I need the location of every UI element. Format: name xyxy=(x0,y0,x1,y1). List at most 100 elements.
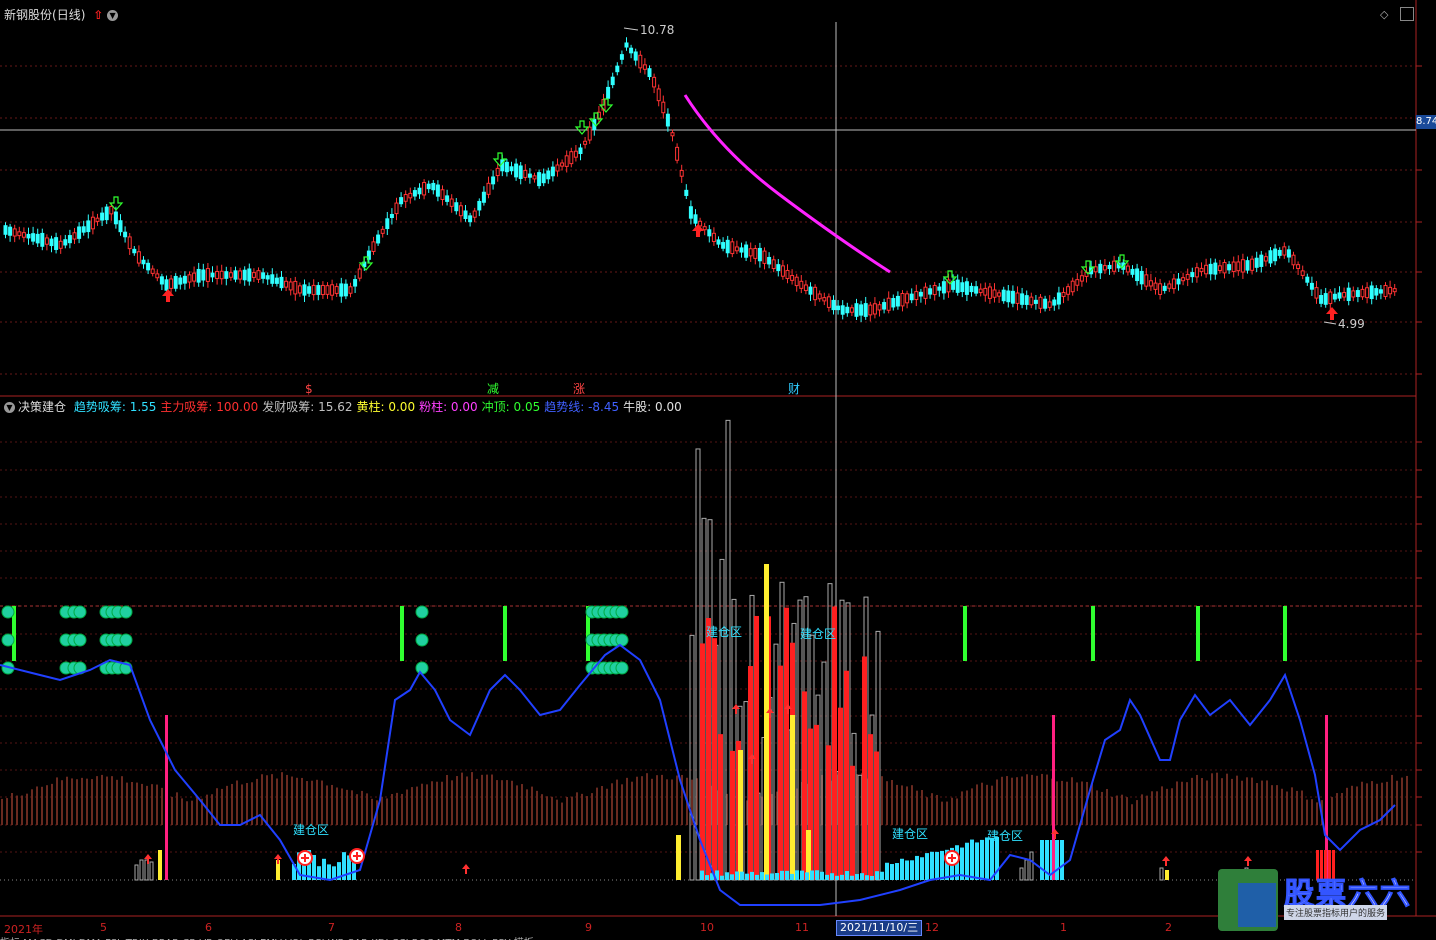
main-absorb-bar xyxy=(730,750,735,880)
main-absorb-bar xyxy=(850,765,855,880)
candle-body xyxy=(215,271,220,279)
candle-body xyxy=(555,164,560,172)
price-scale-tag: 8.74 xyxy=(1416,115,1436,129)
cyan-bar xyxy=(755,874,759,880)
cyan-bar xyxy=(925,853,929,880)
candle-body xyxy=(297,285,302,294)
candle-body xyxy=(550,166,555,177)
candle-body xyxy=(1314,287,1319,299)
low-price-label: 4.99 xyxy=(1338,317,1365,331)
candle-body xyxy=(454,202,459,212)
candle-body xyxy=(1222,262,1227,274)
stock-name: 新钢股份 xyxy=(4,8,53,22)
candle-body xyxy=(753,247,758,259)
window-button[interactable] xyxy=(1400,7,1414,21)
candle-body xyxy=(182,275,187,284)
candle-body xyxy=(1392,288,1397,293)
candle-body xyxy=(886,297,891,311)
indicator-item: 粉柱: 0.00 xyxy=(419,400,478,414)
candle-body xyxy=(785,269,790,280)
cyan-bar xyxy=(720,875,724,880)
candle-body xyxy=(472,210,477,218)
candle-body xyxy=(707,229,712,237)
check-circle-icon xyxy=(119,605,133,619)
cyan-bar xyxy=(805,872,809,880)
candle-body xyxy=(1029,296,1034,306)
candle-body xyxy=(435,184,440,197)
cyan-bar xyxy=(810,870,814,880)
candle-body xyxy=(1365,287,1370,299)
candle-body xyxy=(863,303,868,317)
candle-body xyxy=(1291,254,1296,266)
chevron-down-icon[interactable]: ▼ xyxy=(107,10,119,21)
candle-body xyxy=(854,303,859,317)
indicator-name[interactable]: 决策建仓 xyxy=(18,400,66,414)
cyan-bar xyxy=(830,873,834,880)
candle-body xyxy=(1360,288,1365,298)
cyan-bar xyxy=(735,871,739,880)
buy-arrow-icon xyxy=(692,224,704,237)
peak-marker xyxy=(400,606,404,661)
main-absorb-bar xyxy=(826,745,831,880)
candle-body xyxy=(1070,280,1075,293)
candle-body xyxy=(1328,291,1333,305)
cyan-bar xyxy=(850,875,854,880)
up-arrow-icon[interactable]: ⇧ xyxy=(93,8,103,22)
candle-body xyxy=(523,169,528,178)
volume-outline-bar xyxy=(821,661,827,881)
candle-body xyxy=(813,286,818,301)
main-absorb-bar xyxy=(718,734,723,880)
cyan-bar xyxy=(1040,840,1044,880)
candle-body xyxy=(1240,259,1245,273)
candle-body xyxy=(780,265,785,277)
candle-body xyxy=(532,175,537,180)
x-axis-tick: 8 xyxy=(455,921,462,934)
candle-body xyxy=(831,299,836,311)
candle-body xyxy=(688,206,693,219)
candle-body xyxy=(1374,288,1379,296)
candle-body xyxy=(964,281,969,295)
candle-body xyxy=(808,286,813,295)
candle-body xyxy=(610,76,615,86)
small-outline-bar xyxy=(134,864,139,881)
main-absorb-bar xyxy=(838,707,843,880)
candle-body xyxy=(431,182,436,191)
candle-body xyxy=(1208,263,1213,275)
diamond-icon[interactable]: ◇ xyxy=(1380,8,1388,21)
candle-body xyxy=(997,292,1002,297)
main-absorb-bar xyxy=(832,606,837,880)
candle-body xyxy=(389,213,394,219)
candle-body xyxy=(1079,275,1084,282)
indicator-row: ▼ 决策建仓 趋势吸筹: 1.55 主力吸筹: 100.00 发财吸筹: 15.62 黄… xyxy=(4,398,690,415)
check-circle-icon xyxy=(1,605,15,619)
candle-body xyxy=(509,166,514,172)
candle-body xyxy=(440,189,445,200)
volume-outline-bar xyxy=(743,701,749,881)
main-absorb-bar xyxy=(706,618,711,880)
small-up-arrow-icon xyxy=(274,854,282,864)
candle-body xyxy=(265,275,270,280)
candle-body xyxy=(932,285,937,296)
chevron-down-icon[interactable]: ▼ xyxy=(4,402,15,413)
pink-spike xyxy=(165,715,168,880)
candle-body xyxy=(1148,280,1153,287)
candle-body xyxy=(711,232,716,242)
candle-body xyxy=(468,215,473,223)
candle-body xyxy=(228,272,233,278)
small-outline-bar xyxy=(1029,851,1034,881)
bottom-tabs[interactable]: 指标 MACD DMI DMA FSL TRIX BRAR CR VR OBV … xyxy=(0,934,1436,940)
candle-body xyxy=(417,187,422,195)
build-zone-label: 建仓区 xyxy=(800,627,836,641)
volume-outline-bar xyxy=(773,643,779,881)
candle-body xyxy=(100,212,105,221)
candle-body xyxy=(481,191,486,203)
candle-body xyxy=(343,283,348,297)
candle-body xyxy=(1167,283,1172,289)
yellow-bar xyxy=(676,835,681,880)
candle-body xyxy=(799,280,804,289)
candle-body xyxy=(90,216,95,230)
candle-body xyxy=(81,226,86,233)
candle-body xyxy=(661,101,666,114)
stock-chart[interactable]: 10.784.99$ 减涨财建仓区建仓区 建仓区建仓区 建仓区 xyxy=(0,0,1436,940)
candle-body xyxy=(1190,272,1195,278)
